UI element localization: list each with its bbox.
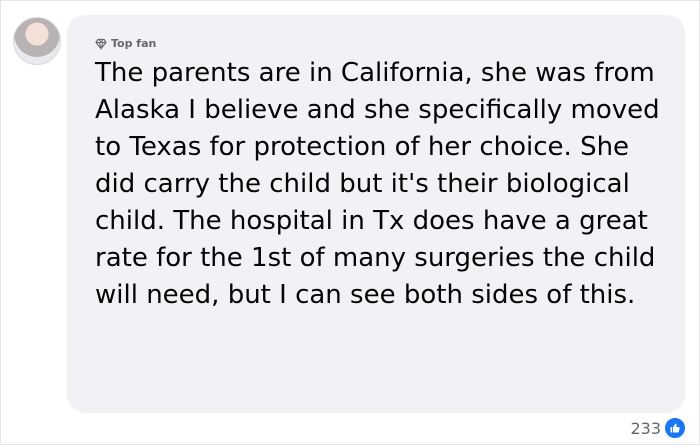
reaction-summary[interactable]: 233 — [630, 416, 687, 440]
avatar[interactable] — [13, 17, 61, 65]
reaction-count: 233 — [630, 418, 661, 438]
comment-card: Top fan The parents are in California, s… — [0, 0, 700, 445]
like-icon — [663, 416, 687, 440]
comment-bubble: Top fan The parents are in California, s… — [67, 15, 685, 413]
diamond-icon — [95, 38, 107, 50]
badge-label: Top fan — [111, 37, 157, 50]
comment-text: The parents are in California, she was f… — [95, 58, 660, 310]
top-fan-badge: Top fan — [95, 37, 156, 50]
